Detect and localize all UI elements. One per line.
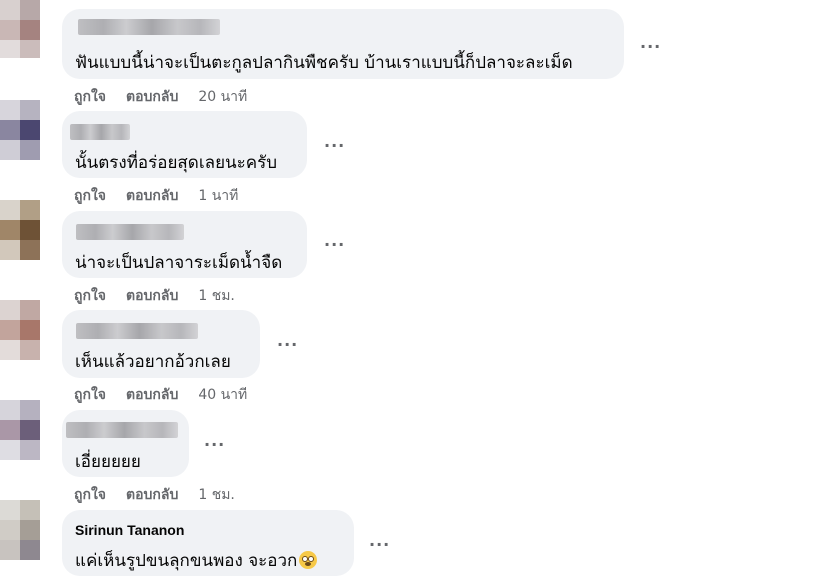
fearful-face-emoji-icon xyxy=(299,551,318,569)
timestamp[interactable]: 1 ชม. xyxy=(198,484,235,506)
like-button[interactable]: ถูกใจ xyxy=(74,384,106,406)
comment-text: แค่เห็นรูปขนลุกขนพอง จะอวก xyxy=(75,547,318,574)
more-options-icon[interactable]: ··· xyxy=(369,537,390,553)
reply-button[interactable]: ตอบกลับ xyxy=(126,484,178,506)
comment-bubble: ฟันแบบนี้น่าจะเป็นตะกูลปลากินพืชครับ บ้า… xyxy=(62,9,624,79)
comment-actions: ถูกใจ ตอบกลับ 1 นาที xyxy=(74,185,238,207)
comment-actions: ถูกใจ ตอบกลับ 1 ชม. xyxy=(74,285,235,307)
comment-actions: ถูกใจ ตอบกลับ 40 นาที xyxy=(74,384,247,406)
reply-button[interactable]: ตอบกลับ xyxy=(126,285,178,307)
comment-text: เอี่ยยยยย xyxy=(75,452,141,472)
reply-button[interactable]: ตอบกลับ xyxy=(126,384,178,406)
timestamp[interactable]: 20 นาที xyxy=(198,86,247,108)
author-name-blurred[interactable] xyxy=(66,422,178,438)
comment-text: นั้นตรงที่อร่อยสุดเลยนะครับ xyxy=(75,153,278,173)
author-name-blurred[interactable] xyxy=(76,323,198,339)
avatar[interactable] xyxy=(0,500,40,577)
comment-bubble: นั้นตรงที่อร่อยสุดเลยนะครับ xyxy=(62,111,307,178)
comment-bubble: Sirinun Tananon แค่เห็นรูปขนลุกขนพอง จะอ… xyxy=(62,510,354,576)
comment-bubble: เห็นแล้วอยากอ้วกเลย xyxy=(62,310,260,378)
comment-bubble: เอี่ยยยยย xyxy=(62,410,189,477)
reply-button[interactable]: ตอบกลับ xyxy=(126,185,178,207)
timestamp[interactable]: 1 นาที xyxy=(198,185,238,207)
more-options-icon[interactable]: ··· xyxy=(324,138,345,154)
comment-text: ฟันแบบนี้น่าจะเป็นตะกูลปลากินพืชครับ บ้า… xyxy=(75,53,573,73)
like-button[interactable]: ถูกใจ xyxy=(74,86,106,108)
like-button[interactable]: ถูกใจ xyxy=(74,185,106,207)
comment-actions: ถูกใจ ตอบกลับ 20 นาที xyxy=(74,86,247,108)
more-options-icon[interactable]: ··· xyxy=(324,237,345,253)
like-button[interactable]: ถูกใจ xyxy=(74,484,106,506)
reply-button[interactable]: ตอบกลับ xyxy=(126,86,178,108)
avatar[interactable] xyxy=(0,400,40,460)
more-options-icon[interactable]: ··· xyxy=(204,437,225,453)
avatar[interactable] xyxy=(0,0,40,58)
author-name[interactable]: Sirinun Tananon xyxy=(75,522,184,538)
author-name-blurred[interactable] xyxy=(78,19,220,35)
comment-text: น่าจะเป็นปลาจาระเม็ดน้ำจืด xyxy=(75,253,283,273)
comment-actions: ถูกใจ ตอบกลับ 1 ชม. xyxy=(74,484,235,506)
avatar[interactable] xyxy=(0,200,40,260)
author-name-blurred[interactable] xyxy=(76,224,184,240)
more-options-icon[interactable]: ··· xyxy=(640,39,661,55)
author-name-blurred[interactable] xyxy=(70,124,130,140)
timestamp[interactable]: 1 ชม. xyxy=(198,285,235,307)
timestamp[interactable]: 40 นาที xyxy=(198,384,247,406)
avatar[interactable] xyxy=(0,300,40,360)
more-options-icon[interactable]: ··· xyxy=(277,337,298,353)
comment-bubble: น่าจะเป็นปลาจาระเม็ดน้ำจืด xyxy=(62,211,307,278)
avatar[interactable] xyxy=(0,100,40,160)
comment-text-content: แค่เห็นรูปขนลุกขนพอง จะอวก xyxy=(75,551,298,571)
comment-text: เห็นแล้วอยากอ้วกเลย xyxy=(75,352,231,372)
like-button[interactable]: ถูกใจ xyxy=(74,285,106,307)
